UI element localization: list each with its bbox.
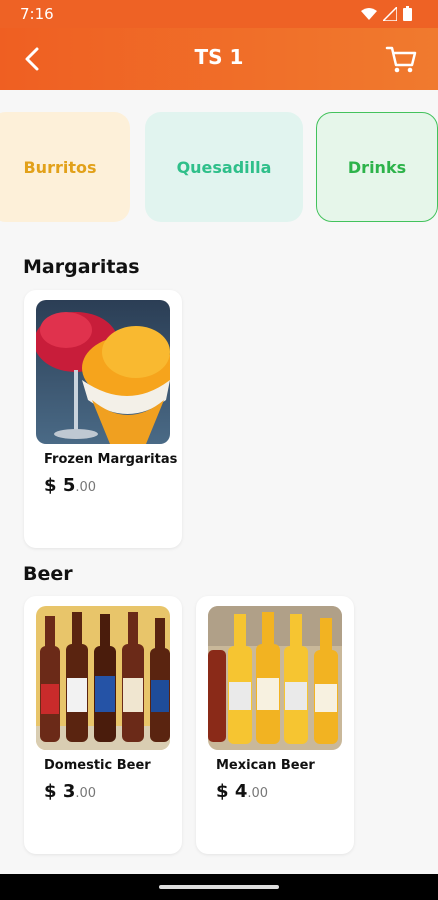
- category-label: Quesadilla: [176, 157, 272, 177]
- price-whole: 5: [62, 475, 76, 496]
- product-name: Domestic Beer: [44, 758, 151, 773]
- section-title-beer: Beer: [23, 563, 73, 585]
- price-symbol: $: [216, 781, 229, 802]
- product-price: $ 4.00: [216, 781, 268, 802]
- product-image: [36, 300, 170, 444]
- status-icons: [361, 6, 412, 21]
- price-cents: .00: [247, 786, 269, 801]
- price-whole: 3: [62, 781, 76, 802]
- section-title-margaritas: Margaritas: [23, 256, 140, 278]
- price-cents: .00: [75, 786, 97, 801]
- category-label: Burritos: [23, 157, 97, 177]
- product-card[interactable]: Domestic Beer $ 3.00: [24, 596, 182, 854]
- battery-icon: [403, 6, 412, 21]
- page-title: TS 1: [194, 45, 244, 69]
- status-bar: 7:16: [0, 0, 438, 28]
- product-image: [36, 606, 170, 750]
- product-card[interactable]: Frozen Margaritas $ 5.00: [24, 290, 182, 548]
- category-burritos[interactable]: Burritos: [0, 112, 130, 222]
- price-whole: 4: [234, 781, 248, 802]
- status-time: 7:16: [20, 5, 54, 23]
- cart-icon[interactable]: [384, 42, 418, 76]
- price-symbol: $: [44, 781, 57, 802]
- product-name: Mexican Beer: [216, 758, 315, 773]
- product-price: $ 3.00: [44, 781, 96, 802]
- signal-icon: [383, 6, 397, 21]
- category-label: Drinks: [347, 157, 407, 177]
- home-gesture-handle[interactable]: [159, 885, 279, 889]
- price-symbol: $: [44, 475, 57, 496]
- wifi-icon: [361, 7, 377, 20]
- price-cents: .00: [75, 480, 97, 495]
- category-quesadilla[interactable]: Quesadilla: [145, 112, 303, 222]
- product-price: $ 5.00: [44, 475, 96, 496]
- product-card[interactable]: Mexican Beer $ 4.00: [196, 596, 354, 854]
- product-name: Frozen Margaritas: [44, 452, 178, 467]
- system-nav-bar: [0, 874, 438, 900]
- category-drinks[interactable]: Drinks: [316, 112, 438, 222]
- app-bar: TS 1: [0, 28, 438, 90]
- product-image: [208, 606, 342, 750]
- category-list: Burritos Quesadilla Drinks: [0, 112, 438, 224]
